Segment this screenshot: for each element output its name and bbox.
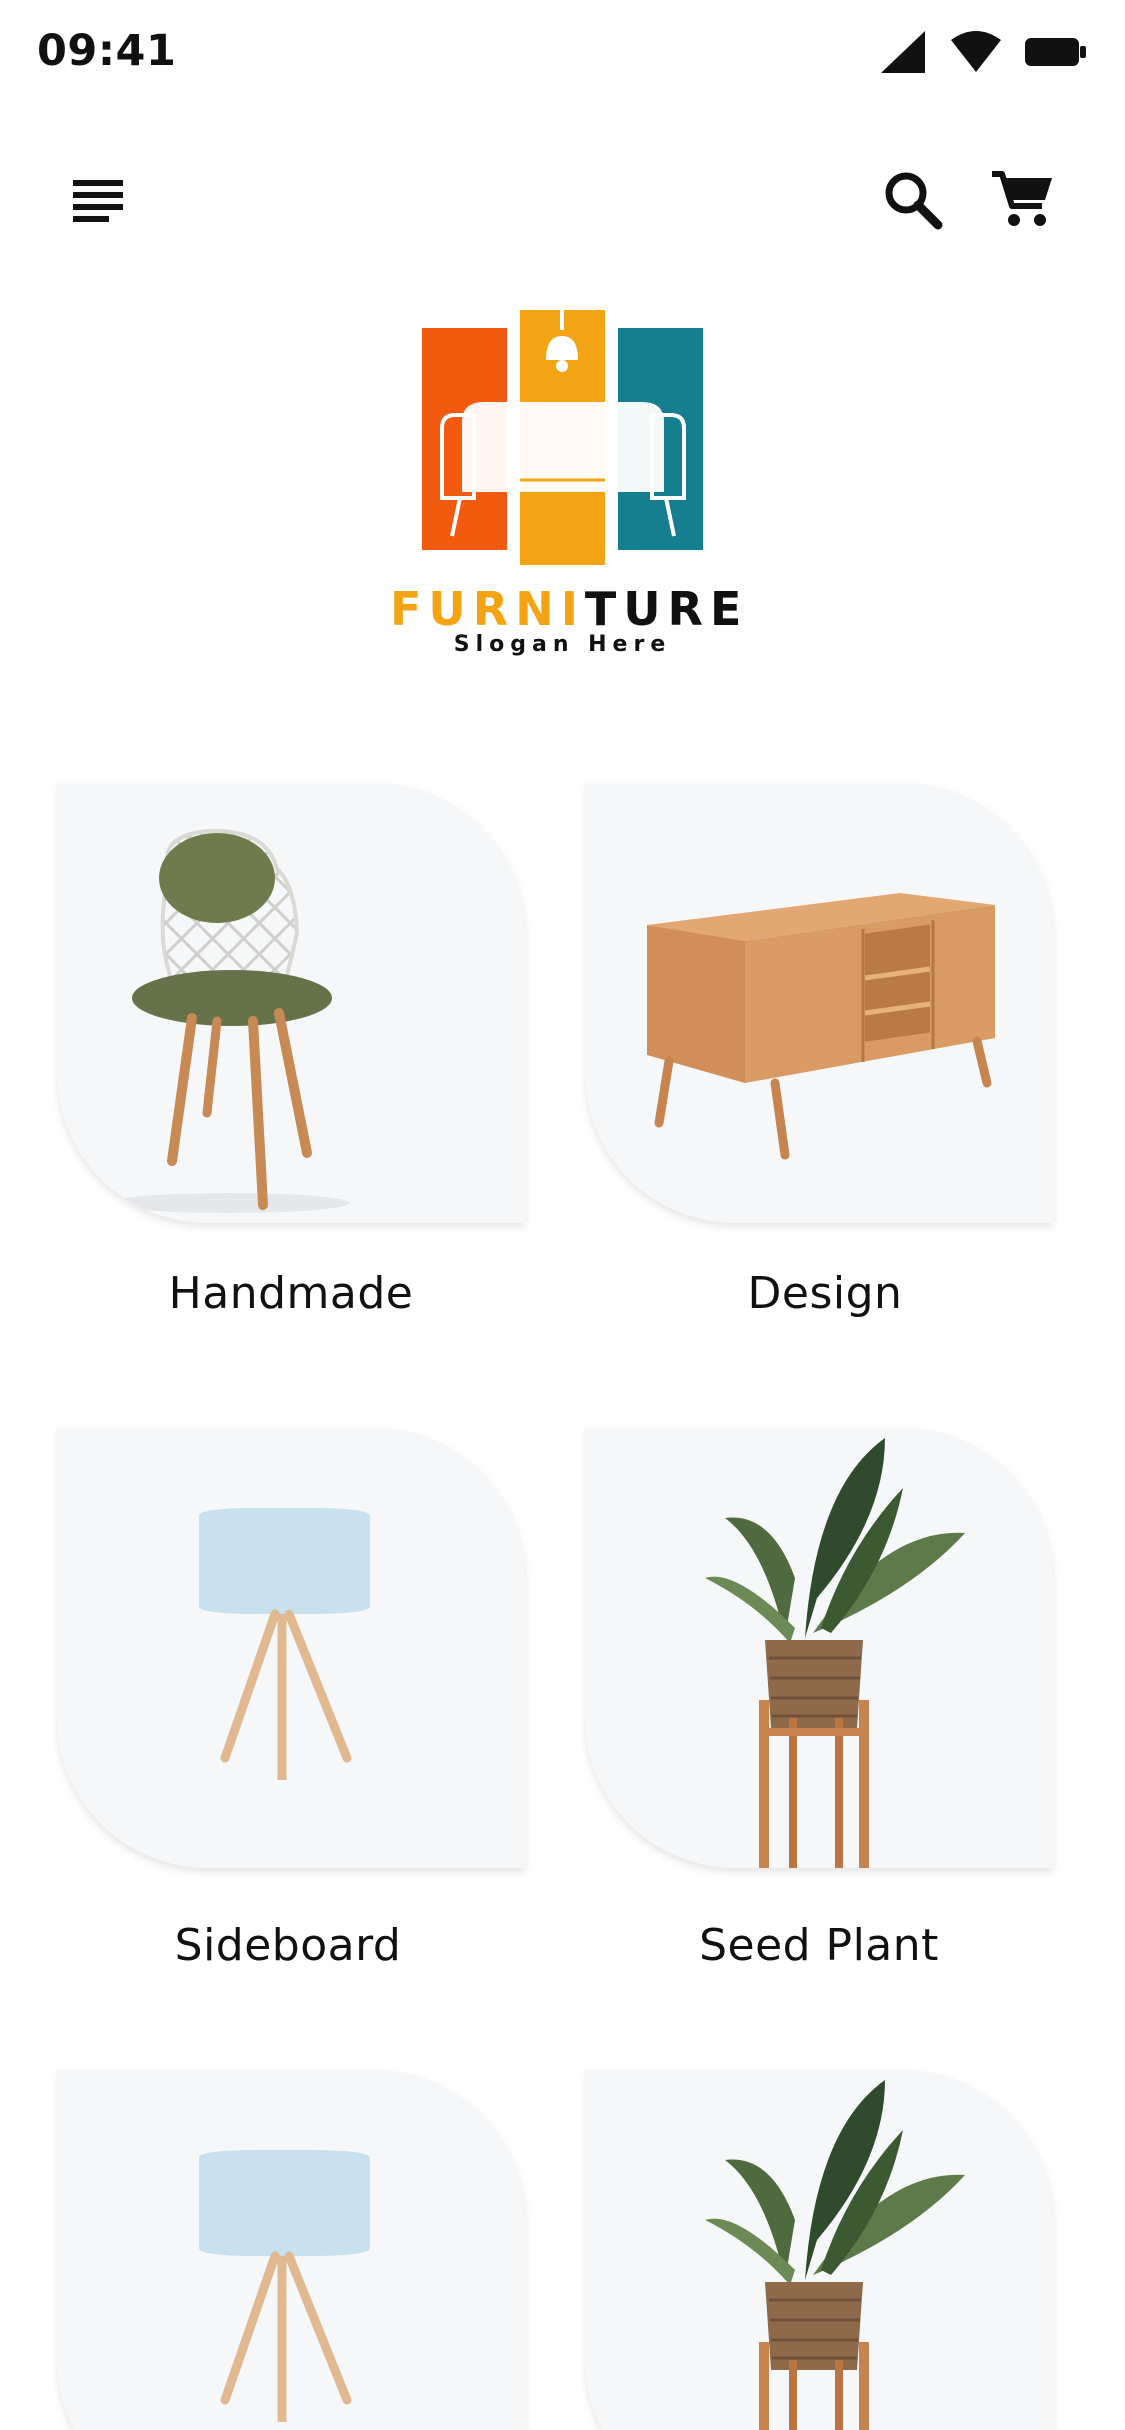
- category-label-sideboard[interactable]: Sideboard: [54, 1920, 522, 1971]
- plant-image: [705, 1438, 965, 1868]
- category-card-handmade[interactable]: [57, 783, 525, 1223]
- battery-icon: [1025, 38, 1086, 66]
- wifi-icon: [951, 31, 1001, 72]
- category-card-design[interactable]: [585, 783, 1053, 1223]
- search-icon: [885, 172, 943, 230]
- sofa-logo-icon: [422, 310, 703, 565]
- status-time: 09:41: [37, 26, 177, 76]
- menu-button[interactable]: [54, 155, 144, 245]
- app-bar: [0, 150, 1125, 250]
- category-label-design[interactable]: Design: [591, 1268, 1059, 1319]
- lamp-image: [199, 1508, 370, 1780]
- search-button[interactable]: [868, 155, 958, 245]
- brand-name-highlight: FURNI: [390, 582, 585, 636]
- menu-icon: [73, 180, 123, 222]
- chair-image: [109, 828, 349, 1213]
- lamp-image: [199, 2150, 370, 2422]
- brand-name: FURNITURE: [390, 582, 741, 636]
- signal-icon: [881, 31, 925, 73]
- category-card-sideboard[interactable]: [57, 1428, 525, 1868]
- cart-icon: [992, 171, 1052, 226]
- brand-name-rest: TURE: [584, 582, 749, 636]
- brand-slogan: Slogan Here: [453, 632, 672, 657]
- status-bar: 09:41: [0, 0, 1125, 100]
- category-card[interactable]: [57, 2070, 525, 2430]
- cabinet-image: [647, 893, 995, 1160]
- status-icons: [879, 27, 1087, 77]
- cart-button[interactable]: [977, 155, 1067, 245]
- category-card[interactable]: [585, 2070, 1053, 2430]
- plant-image: [705, 2080, 965, 2430]
- category-label-seed-plant[interactable]: Seed Plant: [585, 1920, 1053, 1971]
- category-label-handmade[interactable]: Handmade: [57, 1268, 525, 1319]
- brand-logo: FURNITURE Slogan Here: [390, 310, 741, 660]
- category-card-seed-plant[interactable]: [585, 1428, 1053, 1868]
